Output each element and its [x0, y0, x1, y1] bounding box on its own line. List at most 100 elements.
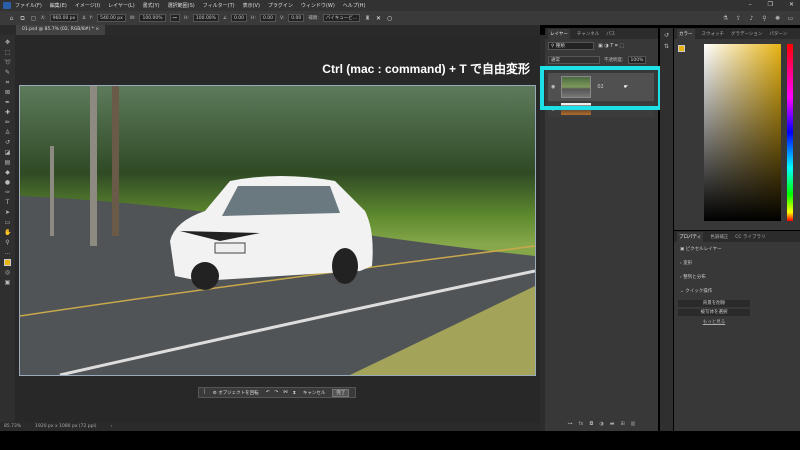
section-transform[interactable]: › 変形 — [674, 256, 800, 270]
flip-vertical-icon[interactable]: ⧗ — [293, 390, 296, 396]
restore-icon[interactable]: ❐ — [768, 1, 773, 8]
menu-help[interactable]: ヘルプ(H) — [343, 2, 366, 9]
eyedropper-tool-icon[interactable]: ✒ — [4, 99, 11, 106]
more-tools-icon[interactable]: … — [4, 249, 11, 256]
rotate-cw-icon[interactable]: ↷ — [274, 390, 278, 395]
lasso-tool-icon[interactable]: ➰ — [4, 59, 11, 66]
link-layers-icon[interactable]: ⊶ — [568, 420, 573, 428]
section-align[interactable]: › 整列と分布 — [674, 270, 800, 284]
hand-tool-icon[interactable]: ✋ — [4, 229, 11, 236]
screen-mode-icon[interactable]: ▣ — [4, 279, 11, 286]
transform-icon[interactable]: ⧉ — [19, 15, 26, 22]
opacity-input[interactable]: 100% — [627, 56, 647, 64]
eraser-tool-icon[interactable]: ◪ — [4, 149, 11, 156]
path-select-tool-icon[interactable]: ➤ — [4, 209, 11, 216]
status-arrow-icon[interactable]: › — [111, 424, 113, 429]
fx-icon[interactable]: fx — [579, 420, 584, 428]
reference-point-icon[interactable]: ▢ — [30, 15, 37, 22]
flask-icon[interactable]: ⚗ — [722, 15, 729, 22]
menu-window[interactable]: ウィンドウ(W) — [301, 2, 335, 9]
x-input[interactable]: 960.00 px — [49, 14, 79, 22]
rotate-object-button[interactable]: ⚙ オブジェクトを回転 — [211, 390, 261, 396]
width-input[interactable]: 100.00% — [139, 14, 166, 22]
filter-icons[interactable]: ▣ ◑ T ⌗ ⬚ — [598, 43, 624, 49]
bell-icon[interactable]: ♪ — [748, 15, 755, 22]
tab-adjustments[interactable]: 色調補正 — [710, 234, 728, 240]
angle-input[interactable]: 0.00 — [231, 14, 248, 22]
cancel-button[interactable]: キャンセル — [301, 390, 328, 396]
done-button[interactable]: 完了 — [332, 388, 350, 397]
zoom-level[interactable]: 85.73% — [4, 424, 21, 429]
delta-icon[interactable]: Δ — [82, 16, 85, 21]
group-icon[interactable]: ▬ — [610, 420, 615, 428]
tab-properties[interactable]: プロパティ — [677, 231, 704, 242]
height-input[interactable]: 100.00% — [192, 14, 219, 22]
close-tab-icon[interactable]: × — [95, 27, 99, 32]
new-layer-icon[interactable]: ⊞ — [620, 420, 624, 428]
rotate-ccw-icon[interactable]: ↶ — [266, 390, 270, 395]
select-subject-button[interactable]: 被写体を選択 — [678, 309, 750, 316]
crop-tool-icon[interactable]: ⌗ — [4, 79, 11, 86]
quick-mask-icon[interactable]: ◎ — [4, 269, 11, 276]
workspace-icon[interactable]: ▭ — [787, 15, 794, 22]
properties-panel-icon[interactable]: ⇅ — [663, 43, 670, 50]
cancel-transform-icon[interactable]: ✕ — [375, 15, 382, 22]
menu-layer[interactable]: レイヤー(L) — [108, 2, 135, 9]
healing-tool-icon[interactable]: ✚ — [4, 109, 11, 116]
shape-tool-icon[interactable]: ▭ — [4, 219, 11, 226]
commit-transform-icon[interactable]: ○ — [386, 15, 393, 22]
history-panel-icon[interactable]: ↺ — [663, 32, 670, 39]
share-icon[interactable]: ⇪ — [735, 15, 742, 22]
canvas-photo[interactable] — [19, 85, 536, 376]
document-tab[interactable]: 01.psd @ 85.7% (02, RGB/8#) * × — [16, 25, 106, 35]
home-icon[interactable]: ⌂ — [8, 15, 15, 22]
tab-patterns[interactable]: パターン — [769, 31, 787, 37]
zoom-tool-icon[interactable]: ⚲ — [4, 239, 11, 246]
gradient-tool-icon[interactable]: ▤ — [4, 159, 11, 166]
tab-swatches[interactable]: スウォッチ — [702, 31, 725, 37]
tab-channels[interactable]: チャンネル — [577, 31, 599, 37]
dodge-tool-icon[interactable]: ● — [4, 179, 11, 186]
adjustment-layer-icon[interactable]: ◑ — [599, 420, 603, 428]
menu-plugins[interactable]: プラグイン — [268, 2, 293, 9]
stamp-tool-icon[interactable]: ♙ — [4, 129, 11, 136]
tab-cc-libraries[interactable]: CC ライブラリ — [735, 234, 765, 240]
lightbulb-icon[interactable]: ✺ — [774, 15, 781, 22]
tab-color[interactable]: カラー — [677, 28, 695, 39]
foreground-color-swatch[interactable] — [4, 259, 11, 266]
search-icon[interactable]: ⚲ — [761, 15, 768, 22]
tab-gradients[interactable]: グラデーション — [731, 31, 762, 37]
show-more-link[interactable]: もっと見る — [678, 319, 750, 325]
link-icon[interactable]: ⊶ — [169, 14, 181, 22]
layer-filter-select[interactable]: ⚲ 種類 — [548, 42, 594, 50]
menu-file[interactable]: ファイル(F) — [15, 2, 42, 9]
quick-select-tool-icon[interactable]: ✎ — [4, 69, 11, 76]
marquee-tool-icon[interactable]: ⬚ — [4, 49, 11, 56]
menu-view[interactable]: 表示(V) — [243, 2, 260, 9]
pen-tool-icon[interactable]: ✑ — [4, 189, 11, 196]
hskew-input[interactable]: 0.00 — [259, 14, 276, 22]
drag-handle[interactable]: ┃ — [203, 390, 206, 395]
tab-paths[interactable]: パス — [606, 31, 615, 37]
warp-icon[interactable]: ♜ — [364, 15, 371, 22]
frame-tool-icon[interactable]: ⊠ — [4, 89, 11, 96]
blur-tool-icon[interactable]: ◆ — [4, 169, 11, 176]
menu-select[interactable]: 選択範囲(S) — [168, 2, 195, 9]
interpolation-select[interactable]: バイキュービ... — [322, 14, 361, 22]
add-mask-icon[interactable]: ◘ — [589, 420, 593, 428]
menu-image[interactable]: イメージ(I) — [75, 2, 100, 9]
flip-horizontal-icon[interactable]: ⋈ — [283, 390, 288, 395]
minimize-icon[interactable]: – — [749, 1, 752, 8]
vskew-input[interactable]: 0.00 — [288, 14, 305, 22]
y-input[interactable]: 540.00 px — [97, 14, 126, 22]
history-brush-tool-icon[interactable]: ↺ — [4, 139, 11, 146]
move-tool-icon[interactable]: ✥ — [4, 39, 11, 46]
menu-edit[interactable]: 編集(E) — [50, 2, 67, 9]
color-picker-field[interactable] — [704, 44, 781, 221]
type-tool-icon[interactable]: T — [4, 199, 11, 206]
section-quick-actions[interactable]: ⌄ クイック操作 — [674, 284, 800, 298]
remove-background-button[interactable]: 背景を削除 — [678, 300, 750, 307]
trash-icon[interactable]: ▥ — [631, 420, 636, 428]
foreground-color-swatch[interactable] — [678, 45, 685, 52]
close-icon[interactable]: ✕ — [789, 1, 794, 8]
